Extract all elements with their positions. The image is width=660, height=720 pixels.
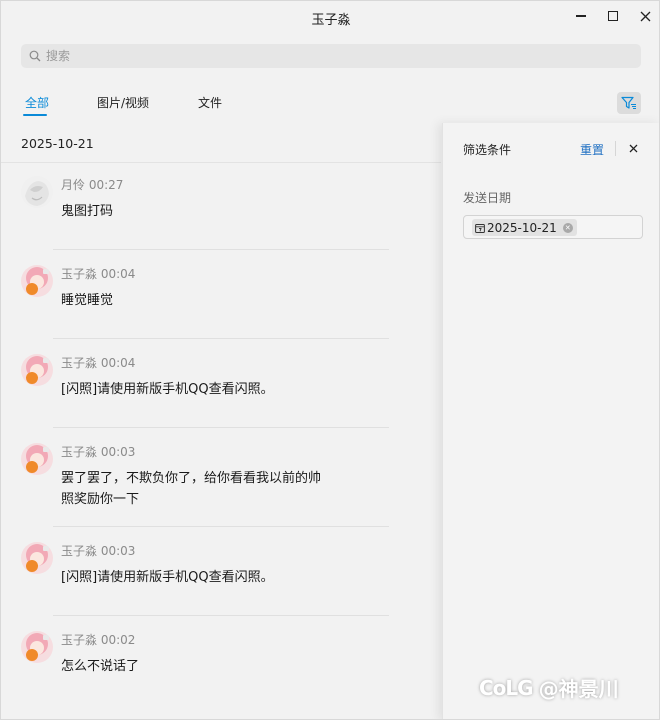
watermark-logo: CoLG [479,675,534,700]
message-text: 睡觉睡觉 [61,293,114,308]
message-text: [闪照]请使用新版手机QQ查看闪照。 [61,382,274,397]
title-bar[interactable]: 玉子淼 [1,1,659,33]
avatar[interactable] [21,542,53,574]
message-text: 怎么不说话了 [61,659,140,674]
message-sender: 月伶 [61,178,86,192]
clear-icon[interactable]: ✕ [562,222,573,233]
watermark-text: @神景川 [538,677,619,701]
message-sender: 玉子淼 [61,544,98,558]
tab-active-indicator [23,114,47,116]
tab-files[interactable]: 文件 [198,94,222,111]
maximize-icon [608,11,618,21]
minimize-icon [576,15,586,17]
message-text-line: 照奖励你一下 [61,492,140,507]
message-time: 00:27 [88,178,124,192]
close-button[interactable] [627,1,659,31]
avatar[interactable] [21,176,53,208]
avatar[interactable] [21,354,53,386]
message-meta: 玉子淼 00:04 [61,265,135,282]
window-title: 玉子淼 [311,13,351,28]
date-chip[interactable]: 2025-10-21 ✕ [472,219,577,236]
avatar[interactable] [21,631,53,663]
message-sender: 玉子淼 [61,356,98,370]
close-icon [629,144,637,152]
message-separator [53,427,389,428]
send-date-field[interactable]: 2025-10-21 ✕ [463,215,643,239]
calendar-icon [475,223,485,233]
message-text: [闪照]请使用新版手机QQ查看闪照。 [61,570,274,585]
message-time: 00:02 [100,633,136,647]
avatar[interactable] [21,265,53,297]
message-meta: 玉子淼 00:04 [61,354,135,371]
message-meta: 玉子淼 00:02 [61,631,135,648]
message-meta: 玉子淼 00:03 [61,443,135,460]
message-time: 00:04 [100,356,136,370]
search-box[interactable] [21,44,641,68]
send-date-label: 发送日期 [463,191,512,205]
message-time: 00:03 [100,544,136,558]
message-meta: 玉子淼 00:03 [61,542,135,559]
message-sender: 玉子淼 [61,445,98,459]
date-chip-value: 2025-10-21 [487,220,557,235]
message-separator [53,526,389,527]
chat-history-window: 玉子淼 全部 图片/视频 文件 2025-10-21 [0,0,660,720]
search-icon [29,50,41,62]
message-text-line: 罢了罢了，不欺负你了，给你看看我以前的帅 [61,471,322,486]
message-sender: 玉子淼 [61,267,98,281]
filter-panel-title: 筛选条件 [463,143,512,157]
panel-divider [615,141,616,156]
message-separator [53,615,389,616]
maximize-button[interactable] [595,1,631,31]
filter-icon [621,96,636,110]
avatar[interactable] [21,443,53,475]
date-group-header: 2025-10-21 [21,136,94,151]
message-separator [53,338,389,339]
message-time: 00:04 [100,267,136,281]
minimize-button[interactable] [563,1,599,31]
date-divider [1,162,441,163]
tab-images-videos[interactable]: 图片/视频 [97,94,149,111]
filter-panel: 筛选条件 重置 发送日期 2025-10-21 ✕ [442,123,659,719]
close-panel-button[interactable] [623,137,643,159]
message-sender: 玉子淼 [61,633,98,647]
filter-button[interactable] [617,92,641,114]
watermark: CoLG @神景川 [479,673,619,702]
message-text: 鬼图打码 [61,204,114,219]
close-icon [640,11,650,21]
message-meta: 月伶 00:27 [61,176,123,193]
reset-button[interactable]: 重置 [580,141,604,158]
tab-all[interactable]: 全部 [25,94,49,111]
message-time: 00:03 [100,445,136,459]
search-input[interactable] [46,49,606,63]
message-separator [53,249,389,250]
message-text: 罢了罢了，不欺负你了，给你看看我以前的帅 照奖励你一下 [61,468,351,510]
